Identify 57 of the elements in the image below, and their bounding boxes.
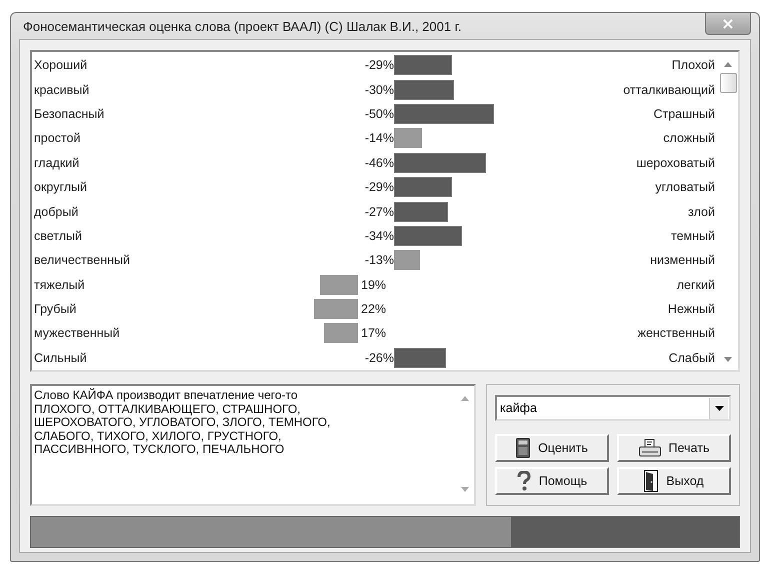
score-value: -46% <box>364 156 394 170</box>
scale-right-label: Плохой <box>672 58 716 72</box>
evaluate-button[interactable]: Оценить <box>495 434 609 462</box>
scale-left-label: округлый <box>33 180 88 194</box>
scale-right-label: низменный <box>650 253 716 268</box>
score-value: -30% <box>364 82 394 97</box>
score-value: -50% <box>364 106 394 121</box>
scale-right-label: женственный <box>638 326 716 340</box>
scale-left-label: мужественный <box>33 326 121 340</box>
scroll-down-icon[interactable] <box>724 357 732 362</box>
scale-right-label: шероховатый <box>636 156 716 170</box>
scale-right-label: Страшный <box>653 106 716 121</box>
calculator-icon <box>516 438 530 458</box>
scroll-down-icon[interactable] <box>461 487 469 492</box>
score-value: -26% <box>364 350 394 365</box>
scale-right-label: злой <box>688 204 716 219</box>
score-value: 19% <box>361 278 386 292</box>
help-button[interactable]: Помощь <box>495 467 609 495</box>
score-value: 22% <box>361 302 386 316</box>
scroll-thumb[interactable] <box>720 73 736 93</box>
print-button[interactable]: Печать <box>617 434 731 462</box>
scale-left-label: простой <box>33 131 82 146</box>
scroll-up-icon[interactable] <box>461 396 469 401</box>
scale-left-label: Безопасный <box>33 106 106 121</box>
scale-right-label: легкий <box>676 278 716 292</box>
scale-right-label: отталкивающий <box>623 82 716 97</box>
score-value: 17% <box>361 326 386 340</box>
scale-left-label: красивый <box>33 82 90 97</box>
door-icon <box>644 470 658 492</box>
score-value: -29% <box>364 180 394 194</box>
scale-right-label: темный <box>670 228 716 243</box>
word-combo-box[interactable]: кайфа <box>495 395 731 421</box>
scale-left-label: Грубый <box>33 302 78 316</box>
scale-right-label: Нежный <box>668 302 716 316</box>
scale-left-label: гладкий <box>33 156 80 170</box>
window-title: Фоносемантическая оценка слова (проект ВААЛ) (С) Шалак В.И., 2001 г. <box>22 18 462 34</box>
printer-icon <box>638 439 661 457</box>
scale-left-label: величественный <box>33 253 131 268</box>
scale-right-label: Слабый <box>668 350 716 365</box>
score-value: -27% <box>364 204 394 219</box>
scale-left-label: светлый <box>33 228 83 243</box>
scale-right-label: угловатый <box>655 180 716 194</box>
scale-left-label: Сильный <box>33 350 88 365</box>
scroll-up-icon[interactable] <box>724 62 732 67</box>
scale-left-label: тяжелый <box>33 278 86 292</box>
question-mark-icon <box>516 471 531 491</box>
dropdown-arrow-icon[interactable] <box>714 406 724 410</box>
score-value: -29% <box>364 58 394 72</box>
scale-left-label: добрый <box>33 204 80 219</box>
scale-left-label: Хороший <box>33 58 88 72</box>
scale-right-label: сложный <box>663 131 716 146</box>
exit-button[interactable]: Выход <box>617 467 731 495</box>
score-value: -14% <box>364 131 394 146</box>
score-value: -13% <box>364 253 394 268</box>
result-text-area[interactable]: Слово КАЙФА производит впечатление чего-то ПЛОХОГО, ОТТАЛКИВАЮЩЕГО, СТРАШНОГО, ШЕРОХОВАТОГО, УГЛОВАТОГО, ЗЛОГО, ТЕМНОГО, СЛАБОГО, ТИХОГО, ХИЛОГО, ГРУСТНОГО, ПАССИВННОГО, ТУСКЛОГО, ПЕЧАЛЬНОГО <box>30 384 476 506</box>
score-value: -34% <box>364 228 394 243</box>
result-text: Слово КАЙФА производит впечатление чего-то ПЛОХОГО, ОТТАЛКИВАЮЩЕГО, СТРАШНОГО, ШЕРОХОВАТОГО, УГЛОВАТОГО, ЗЛОГО, ТЕМНОГО, СЛАБОГО, ТИХОГО, ХИЛОГО, ГРУСТНОГО, ПАССИВННОГО, ТУСКЛОГО, ПЕЧАЛЬНОГО <box>33 387 332 458</box>
